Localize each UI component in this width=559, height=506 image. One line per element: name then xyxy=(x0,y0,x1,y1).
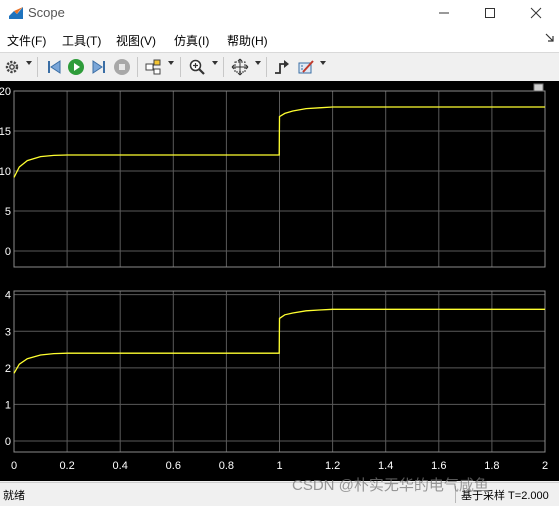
stop-icon xyxy=(114,59,130,75)
settings-dropdown-arrow[interactable] xyxy=(26,61,32,65)
fit-axes-button[interactable] xyxy=(230,56,250,78)
toolbar-separator xyxy=(37,57,38,77)
maximize-icon xyxy=(485,8,495,18)
x-tick-label: 1.6 xyxy=(431,460,446,472)
x-tick-label: 1.4 xyxy=(378,460,393,472)
undock-arrow-icon[interactable] xyxy=(545,33,555,43)
settings-gear-icon xyxy=(5,60,19,74)
highlight-dropdown-arrow[interactable] xyxy=(168,61,174,65)
y-tick-label: 2 xyxy=(5,363,11,375)
x-tick-label: 0.4 xyxy=(113,460,128,472)
minimize-button[interactable] xyxy=(421,0,467,26)
toolbar-separator xyxy=(137,57,138,77)
toolbar xyxy=(0,52,559,82)
toolbar-separator xyxy=(266,57,267,77)
x-tick-label: 2 xyxy=(542,460,548,472)
x-tick-label: 0 xyxy=(11,460,17,472)
y-tick-label: 1 xyxy=(5,399,11,411)
run-button[interactable] xyxy=(66,56,86,78)
menu-view[interactable]: 视图(V) xyxy=(116,32,156,49)
fit-axes-dropdown-arrow[interactable] xyxy=(255,61,261,65)
x-tick-label: 0.6 xyxy=(166,460,181,472)
y-tick-label: 0 xyxy=(5,246,11,258)
stop-button[interactable] xyxy=(112,56,132,78)
triggers-icon xyxy=(275,60,289,74)
y-tick-label: 10 xyxy=(0,166,11,178)
highlight-block-icon xyxy=(145,59,161,75)
menu-help[interactable]: 帮助(H) xyxy=(227,32,268,49)
x-tick-label: 1 xyxy=(276,460,282,472)
minimize-icon xyxy=(439,12,449,14)
toolbar-separator xyxy=(180,57,181,77)
y-tick-label: 3 xyxy=(5,326,11,338)
maximize-button[interactable] xyxy=(467,0,513,26)
measurements-button[interactable] xyxy=(296,56,316,78)
menu-file[interactable]: 文件(F) xyxy=(7,32,46,49)
window-title: Scope xyxy=(28,5,65,20)
scope-plot[interactable]: 0 5 10 15 20 0 1 2 3 4 0 0.2 0.4 0.6 0.8 1 1.2 1.4 1.6 1.8 2 xyxy=(0,81,559,481)
step-forward-icon xyxy=(92,60,105,74)
step-forward-button[interactable] xyxy=(89,56,109,78)
close-button[interactable] xyxy=(513,0,559,26)
y-tick-label: 15 xyxy=(0,126,11,138)
y-tick-label: 5 xyxy=(5,206,11,218)
step-back-button[interactable] xyxy=(44,56,64,78)
y-tick-label: 20 xyxy=(0,86,11,98)
close-icon xyxy=(530,7,542,19)
menu-bar: 文件(F) 工具(T) 视图(V) 仿真(I) 帮助(H) xyxy=(0,26,559,52)
csdn-watermark: CSDN @朴实无华的电气咸鱼 xyxy=(292,477,489,494)
status-ready-text: 就绪 xyxy=(3,490,25,502)
run-icon xyxy=(68,59,84,75)
toolbar-separator xyxy=(223,57,224,77)
highlight-block-button[interactable] xyxy=(143,56,163,78)
triggers-button[interactable] xyxy=(272,56,292,78)
x-tick-label: 1.8 xyxy=(484,460,499,472)
zoom-dropdown-arrow[interactable] xyxy=(212,61,218,65)
axes-maximize-icon xyxy=(533,83,544,92)
x-tick-label: 1.2 xyxy=(325,460,340,472)
y-tick-label: 4 xyxy=(5,290,11,302)
measurements-dropdown-arrow[interactable] xyxy=(320,61,326,65)
fit-axes-icon xyxy=(231,58,249,76)
x-tick-label: 0.8 xyxy=(219,460,234,472)
matlab-scope-icon xyxy=(9,7,23,19)
title-bar[interactable]: Scope xyxy=(0,0,559,26)
menu-simulation[interactable]: 仿真(I) xyxy=(174,32,209,49)
settings-button[interactable] xyxy=(3,56,21,78)
y-tick-label: 0 xyxy=(5,436,11,448)
zoom-button[interactable] xyxy=(187,56,207,78)
measurements-icon xyxy=(298,60,314,74)
scope-window: Scope 文件(F) 工具(T) 视图(V) 仿真(I) 帮助(H) 0 5 … xyxy=(0,0,559,506)
menu-tools[interactable]: 工具(T) xyxy=(62,32,101,49)
x-tick-label: 0.2 xyxy=(59,460,74,472)
zoom-icon xyxy=(189,59,205,75)
step-back-icon xyxy=(48,60,61,74)
